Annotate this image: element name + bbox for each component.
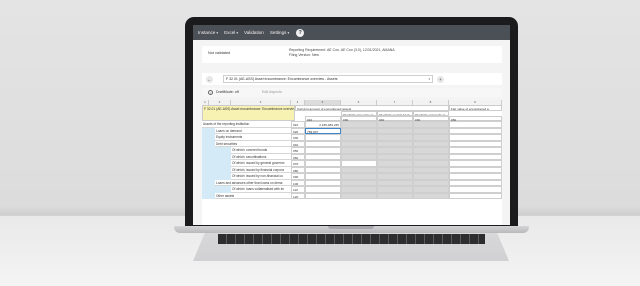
- requirement-line-2: Filing Version: New: [289, 53, 319, 58]
- data-grid: 1 2 3 4 5 6 7 8 9 F 32.01 (AE-ASS) Asset…: [202, 100, 502, 225]
- mode-bar: i DraftMode: off Edit Aspects: [202, 88, 502, 97]
- chevron-down-icon: ▾: [287, 30, 290, 35]
- menu-settings[interactable]: Settings ▾: [270, 30, 289, 35]
- add-icon[interactable]: +: [437, 75, 444, 83]
- draft-mode-toggle[interactable]: DraftMode: off: [216, 90, 239, 94]
- row-code: 120: [291, 192, 305, 199]
- chevron-down-icon: ▾: [236, 30, 239, 35]
- help-icon[interactable]: ?: [296, 28, 305, 37]
- menubar: Instance ▾ Excel ▾ Validation Settings ▾…: [193, 25, 510, 40]
- keyboard: [218, 234, 485, 244]
- menu-validation[interactable]: Validation: [244, 30, 264, 35]
- menu-instance[interactable]: Instance ▾: [198, 30, 218, 35]
- chevron-down-icon: ▾: [428, 77, 430, 81]
- info-icon: i: [208, 90, 213, 95]
- validation-status: Not validated: [208, 51, 231, 55]
- table-select-dropdown[interactable]: F 32.01 (AE-ASS) Asset encumbrance: Encu…: [223, 75, 433, 83]
- value-cell[interactable]: [449, 192, 502, 199]
- edit-aspects-link[interactable]: Edit Aspects: [262, 90, 282, 94]
- table-selector-bar: ← F 32.01 (AE-ASS) Asset encumbrance: En…: [202, 73, 502, 85]
- reporting-requirement: Reporting Requirement: AE Con, AE Con (3…: [289, 48, 395, 58]
- filing-info-panel: Not validated Reporting Requirement: AE …: [202, 46, 502, 63]
- value-cell[interactable]: [413, 192, 449, 199]
- table-title-header: F 32.01 (AE-ASS) Asset encumbrance: Encu…: [202, 105, 295, 121]
- table-select-value: F 32.01 (AE-ASS) Asset encumbrance: Encu…: [226, 77, 338, 81]
- chevron-down-icon: ▾: [216, 30, 219, 35]
- value-cell[interactable]: [377, 192, 413, 199]
- value-cell[interactable]: [341, 192, 377, 199]
- laptop-notch: [328, 226, 374, 229]
- table-row: Other assets 120: [202, 192, 502, 199]
- back-arrow-icon[interactable]: ←: [206, 75, 213, 83]
- group-header-fair-value: Fair value of encumbered a: [449, 105, 502, 111]
- row-label: Other assets: [215, 192, 291, 199]
- indent-band: [202, 192, 215, 199]
- menu-instance-label: Instance: [198, 30, 216, 35]
- laptop-screen: Instance ▾ Excel ▾ Validation Settings ▾…: [193, 25, 510, 225]
- menu-excel-label: Excel: [224, 30, 236, 35]
- menu-settings-label: Settings: [269, 30, 287, 35]
- menu-excel[interactable]: Excel ▾: [224, 30, 238, 35]
- menu-validation-label: Validation: [244, 30, 264, 35]
- value-cell[interactable]: [305, 192, 341, 199]
